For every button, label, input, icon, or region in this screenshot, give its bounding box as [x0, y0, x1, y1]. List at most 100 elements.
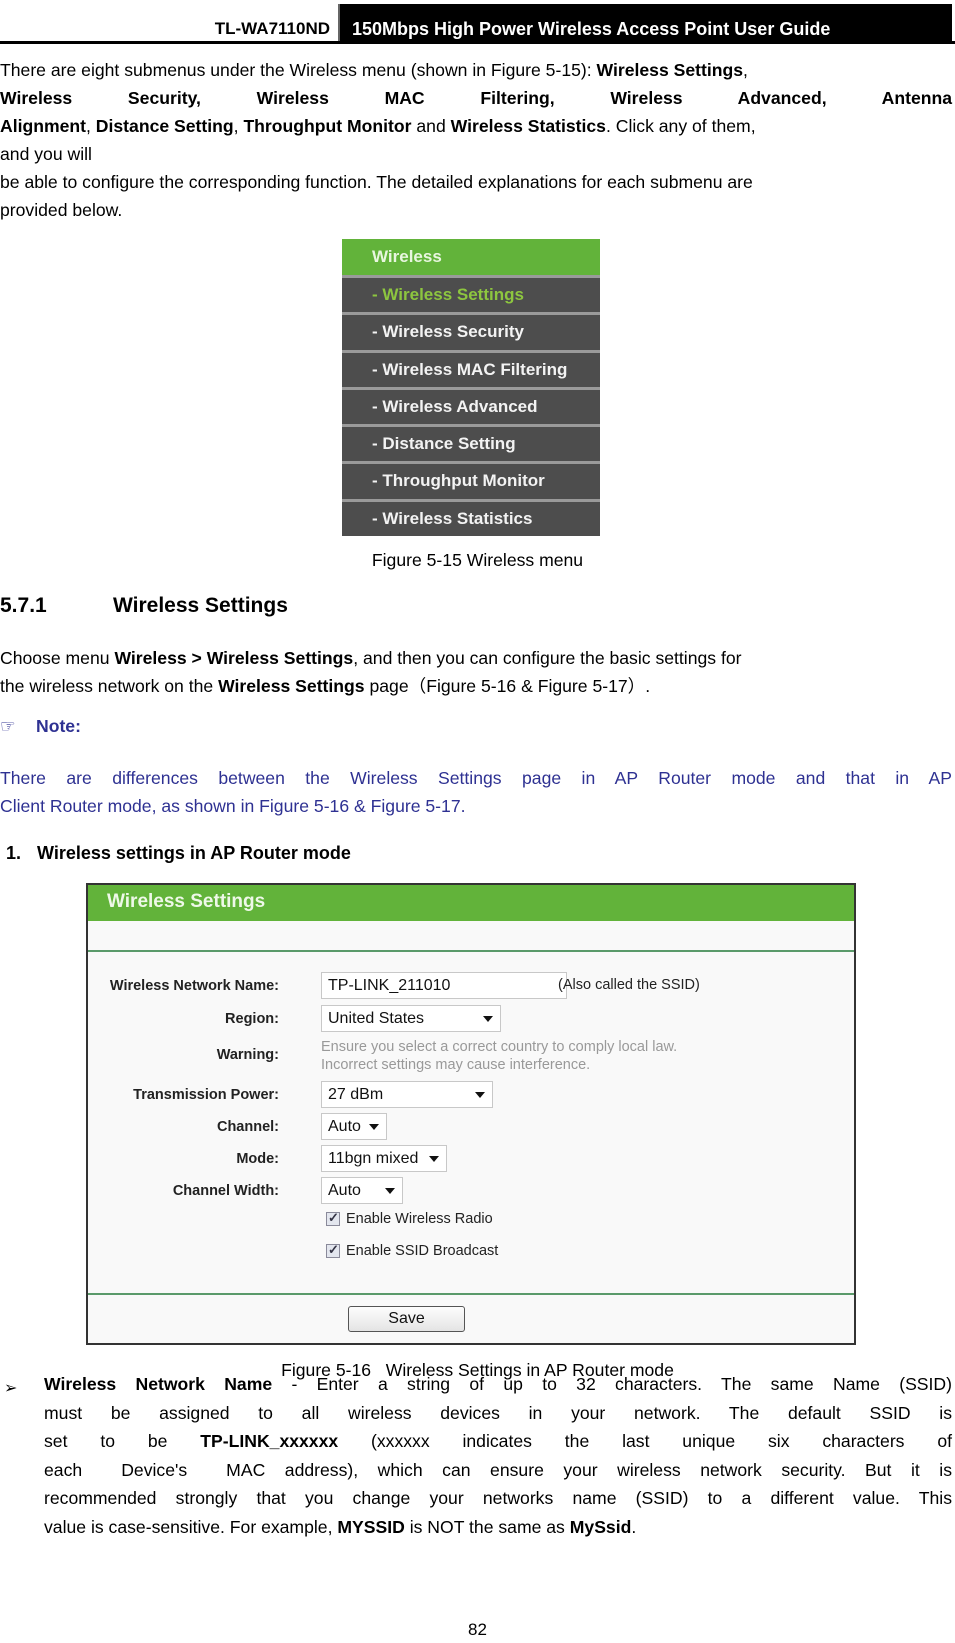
channel-width-select[interactable]: Auto	[321, 1177, 403, 1204]
dropdown-arrow-icon	[429, 1156, 439, 1162]
bullet-line-3: set to be TP-LINK_xxxxxx (xxxxxx indicat…	[44, 1427, 952, 1456]
enable-wireless-radio-checkbox[interactable]	[326, 1210, 340, 1226]
bold-text: Alignment	[0, 116, 87, 136]
menu-item-wireless-mac-filtering[interactable]: - Wireless MAC Filtering	[342, 349, 600, 387]
intro-line-3: Alignment, Distance Setting, Throughput …	[0, 112, 952, 140]
label-channel: Channel:	[216, 1119, 279, 1135]
bullet-line-6: value is case-sensitive. For example, MY…	[44, 1513, 952, 1542]
menu-header-wireless[interactable]: Wireless	[342, 239, 600, 275]
intro-line-2: Wireless Security, Wireless MAC Filterin…	[0, 84, 952, 112]
channel-value: Auto	[328, 1118, 361, 1135]
bold-text: Wireless Settings	[596, 60, 744, 80]
dropdown-arrow-icon	[369, 1124, 379, 1130]
bullet-line-2: must be assigned to all wireless devices…	[44, 1402, 952, 1423]
text: .	[631, 1516, 637, 1537]
row-region: Region: United States	[88, 1005, 854, 1035]
header-model: TL-WA7110ND	[214, 19, 330, 38]
save-button[interactable]: Save	[348, 1306, 465, 1332]
note-label: Note:	[36, 716, 81, 736]
bullet-line-5: recommended strongly that you change you…	[44, 1488, 952, 1508]
channel-width-value: Auto	[328, 1182, 361, 1199]
network-name-input[interactable]: TP-LINK_211010	[321, 972, 567, 999]
menu-item-wireless-statistics[interactable]: - Wireless Statistics	[342, 498, 600, 537]
bold-text: TP-LINK_xxxxxx	[200, 1431, 339, 1451]
bold-text: Distance Setting	[95, 116, 234, 136]
bold-text: Wireless Settings	[218, 676, 365, 696]
page-header: TL-WA7110ND 150Mbps High Power Wireless …	[0, 0, 955, 44]
text: . Click any of them,	[605, 116, 756, 136]
intro-line-6: provided below.	[0, 200, 123, 220]
text: is NOT the same as	[404, 1516, 570, 1537]
menu-item-throughput-monitor[interactable]: - Throughput Monitor	[342, 461, 600, 499]
note-line-2: Client Router mode, as shown in Figure 5…	[0, 796, 466, 816]
menu-item-wireless-settings[interactable]: - Wireless Settings	[342, 275, 600, 313]
text: value is case-sensitive. For example,	[44, 1516, 338, 1537]
menu-item-wireless-security[interactable]: - Wireless Security	[342, 312, 600, 350]
word: Wireless	[256, 88, 329, 108]
row-mode: Mode: 11bgn mixed	[88, 1145, 854, 1175]
intro-line-4: and you will	[0, 144, 92, 164]
pointing-hand-icon: ☞	[0, 716, 16, 736]
bold-text: Wireless Statistics	[450, 116, 606, 136]
section-heading: 5.7.1 Wireless Settings	[0, 594, 288, 618]
text: ,	[743, 60, 748, 80]
row-enable-ssid-broadcast: Enable SSID Broadcast	[88, 1239, 854, 1269]
label-warning: Warning:	[216, 1047, 279, 1063]
intro-line-1: There are eight submenus under the Wirel…	[0, 56, 952, 84]
text: Choose menu	[0, 648, 115, 668]
bold-text: Wireless > Wireless Settings	[114, 648, 354, 668]
menu-item-wireless-advanced[interactable]: - Wireless Advanced	[342, 386, 600, 425]
dropdown-arrow-icon	[483, 1016, 493, 1022]
row-channel: Channel: Auto	[88, 1113, 854, 1143]
note-line-1: There are differences between the Wirele…	[0, 768, 952, 788]
page-number: 82	[468, 1620, 487, 1639]
word: Wireless	[610, 88, 683, 108]
bold-text: MySsid	[569, 1516, 632, 1537]
text: set to be	[44, 1431, 201, 1451]
word: MAC	[384, 88, 425, 108]
text: ,	[86, 116, 96, 136]
subsection-title: Wireless settings in AP Router mode	[37, 843, 351, 863]
transmission-power-select[interactable]: 27 dBm	[321, 1081, 493, 1108]
text: the wireless network on the	[0, 676, 219, 696]
section-para-line-1: Choose menu Wireless > Wireless Settings…	[0, 644, 952, 672]
enable-wireless-radio-label: Enable Wireless Radio	[346, 1211, 493, 1227]
note-heading: ☞ Note:	[0, 716, 81, 737]
label-network-name: Wireless Network Name:	[109, 978, 279, 994]
menu-item-distance-setting[interactable]: - Distance Setting	[342, 424, 600, 462]
section-number: 5.7.1	[0, 594, 47, 617]
form-title: Wireless Settings	[88, 885, 854, 921]
word: Filtering,	[480, 88, 555, 108]
word: Security,	[127, 88, 201, 108]
region-value: United States	[328, 1010, 425, 1027]
wireless-settings-figure: Wireless Settings Wireless Network Name:…	[86, 883, 856, 1345]
row-channel-width: Channel Width: Auto	[88, 1177, 854, 1207]
dropdown-arrow-icon	[475, 1092, 485, 1098]
bold-text: Wireless Network Name	[44, 1374, 273, 1394]
warning-text: Ensure you select a correct country to c…	[321, 1038, 677, 1074]
label-channel-width: Channel Width:	[172, 1183, 279, 1199]
word: Wireless	[0, 88, 73, 108]
region-select[interactable]: United States	[321, 1005, 501, 1032]
word: Antenna	[881, 88, 953, 108]
row-enable-wireless-radio: Enable Wireless Radio	[88, 1207, 854, 1237]
mode-select[interactable]: 11bgn mixed	[321, 1145, 447, 1172]
row-warning: Warning: Ensure you select a correct cou…	[88, 1038, 854, 1076]
warning-line-1: Ensure you select a correct country to c…	[321, 1039, 678, 1055]
dropdown-arrow-icon	[385, 1188, 395, 1194]
form-bottom-divider	[88, 1293, 854, 1295]
bold-text: Throughput Monitor	[243, 116, 412, 136]
row-transmission-power: Transmission Power: 27 dBm	[88, 1081, 854, 1111]
bold-text: MYSSID	[337, 1516, 405, 1537]
channel-select[interactable]: Auto	[321, 1113, 387, 1140]
enable-ssid-broadcast-label: Enable SSID Broadcast	[346, 1243, 499, 1259]
intro-line-5: be able to configure the corresponding f…	[0, 172, 753, 192]
text: ,	[233, 116, 244, 136]
section-title: Wireless Settings	[113, 594, 288, 617]
text: There are eight submenus under the Wirel…	[0, 60, 597, 80]
bullet-line-1: Wireless Network Name - Enter a string o…	[44, 1370, 952, 1399]
enable-ssid-broadcast-checkbox[interactable]	[326, 1242, 340, 1258]
header-guide-title: 150Mbps High Power Wireless Access Point…	[338, 4, 952, 42]
ssid-hint: (Also called the SSID)	[558, 977, 700, 993]
text: - Enter a string of up to 32 characters.…	[272, 1374, 952, 1394]
